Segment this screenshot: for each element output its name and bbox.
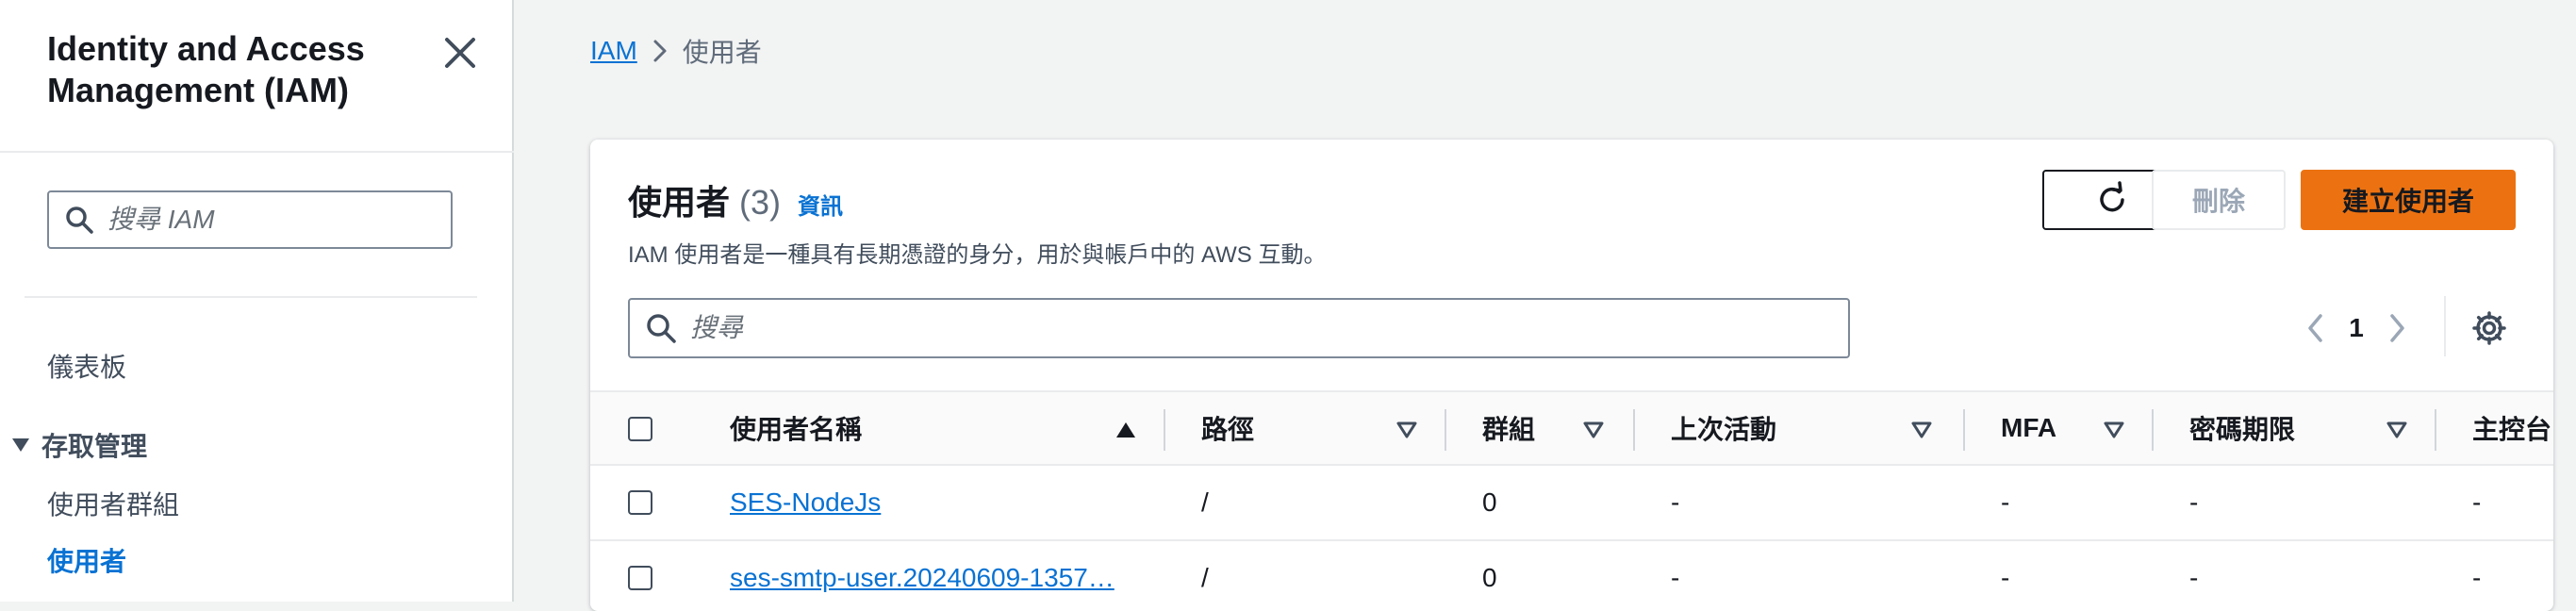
- cell-password-age: -: [2189, 487, 2199, 517]
- table-row: ses-smtp-user.20240609-1357… / 0 - - - -: [590, 541, 2553, 611]
- sidebar: Identity and Access Management (IAM) 儀表板…: [0, 0, 514, 602]
- pagination-divider: [2444, 296, 2446, 356]
- username-link[interactable]: SES-NodeJs: [730, 466, 881, 539]
- sidebar-search-input[interactable]: [106, 204, 454, 236]
- sort-ascending-icon[interactable]: [1115, 421, 1137, 439]
- sidebar-section-label: 存取管理: [41, 432, 148, 461]
- sidebar-title: Identity and Access Management (IAM): [47, 29, 365, 109]
- column-divider[interactable]: [1633, 409, 1635, 451]
- previous-page-icon[interactable]: [2297, 306, 2335, 351]
- user-count: (3): [739, 183, 782, 222]
- sort-icon[interactable]: [1582, 421, 1605, 439]
- delete-button[interactable]: 刪除: [2152, 170, 2286, 230]
- sidebar-search[interactable]: [47, 190, 454, 249]
- sort-icon[interactable]: [2386, 421, 2408, 439]
- search-icon: [66, 206, 93, 234]
- users-table-container: 使用者 (3) 資訊 IAM 使用者是一種具有長期憑證的身分，用於與帳戶中的 A…: [590, 140, 2553, 611]
- cell-groups: 0: [1482, 487, 1497, 517]
- sidebar-item-dashboard[interactable]: 儀表板: [47, 347, 126, 385]
- sort-icon[interactable]: [2103, 421, 2125, 439]
- cell-console: -: [2472, 487, 2482, 517]
- cell-groups: 0: [1482, 563, 1497, 592]
- chevron-right-icon: [651, 38, 669, 64]
- sort-icon[interactable]: [1395, 421, 1418, 439]
- sidebar-item-user-groups[interactable]: 使用者群組: [47, 485, 179, 522]
- sort-icon[interactable]: [1910, 421, 1933, 439]
- cell-console: -: [2472, 563, 2482, 592]
- sidebar-section-access-management[interactable]: 存取管理: [11, 426, 147, 464]
- select-all-checkbox[interactable]: [628, 417, 652, 441]
- next-page-icon[interactable]: [2378, 306, 2416, 351]
- cell-last-activity: -: [1671, 487, 1680, 517]
- cell-path: /: [1201, 487, 1209, 517]
- table-row: SES-NodeJs / 0 - - - -: [590, 466, 2553, 541]
- cell-mfa: -: [2001, 487, 2010, 517]
- column-header-path[interactable]: 路徑: [1201, 392, 1254, 464]
- search-icon: [647, 314, 676, 343]
- breadcrumb: IAM 使用者: [590, 32, 762, 70]
- user-search-input[interactable]: [688, 312, 1848, 344]
- column-header-mfa[interactable]: MFA: [2001, 392, 2056, 464]
- sidebar-item-users[interactable]: 使用者: [47, 541, 126, 579]
- cell-path: /: [1201, 563, 1209, 592]
- page-description: IAM 使用者是一種具有長期憑證的身分，用於與帳戶中的 AWS 互動。: [628, 242, 1327, 268]
- close-icon[interactable]: [439, 32, 481, 74]
- create-user-button[interactable]: 建立使用者: [2301, 170, 2516, 230]
- column-header-groups[interactable]: 群組: [1482, 392, 1535, 464]
- caret-down-icon: [12, 438, 29, 452]
- breadcrumb-iam[interactable]: IAM: [590, 36, 637, 66]
- sidebar-divider: [0, 151, 514, 153]
- row-checkbox[interactable]: [628, 490, 652, 515]
- table-header: 使用者名稱 路徑 群組 上次活動 MFA 密碼期限 主控台: [590, 390, 2553, 466]
- page-title: 使用者: [628, 183, 731, 222]
- user-search[interactable]: [628, 298, 1850, 358]
- gear-icon[interactable]: [2469, 307, 2510, 349]
- cell-password-age: -: [2189, 563, 2199, 592]
- column-divider[interactable]: [1164, 409, 1165, 451]
- column-divider[interactable]: [2152, 409, 2154, 451]
- username-link[interactable]: ses-smtp-user.20240609-1357…: [730, 541, 1145, 611]
- breadcrumb-current: 使用者: [682, 38, 762, 67]
- cell-mfa: -: [2001, 563, 2010, 592]
- page-header: 使用者 (3) 資訊: [628, 175, 843, 224]
- refresh-icon: [2100, 181, 2124, 212]
- column-header-username[interactable]: 使用者名稱: [730, 392, 862, 464]
- sidebar-divider: [25, 296, 477, 298]
- cell-last-activity: -: [1671, 563, 1680, 592]
- column-divider[interactable]: [2435, 409, 2436, 451]
- column-header-console[interactable]: 主控台: [2472, 392, 2551, 464]
- info-link[interactable]: 資訊: [798, 188, 843, 221]
- page-number[interactable]: 1: [2335, 313, 2378, 343]
- pagination: 1: [2297, 306, 2416, 351]
- column-divider[interactable]: [1445, 409, 1446, 451]
- row-checkbox[interactable]: [628, 566, 652, 590]
- column-header-last-activity[interactable]: 上次活動: [1671, 392, 1776, 464]
- column-divider[interactable]: [1963, 409, 1965, 451]
- column-header-password-age[interactable]: 密碼期限: [2189, 392, 2295, 464]
